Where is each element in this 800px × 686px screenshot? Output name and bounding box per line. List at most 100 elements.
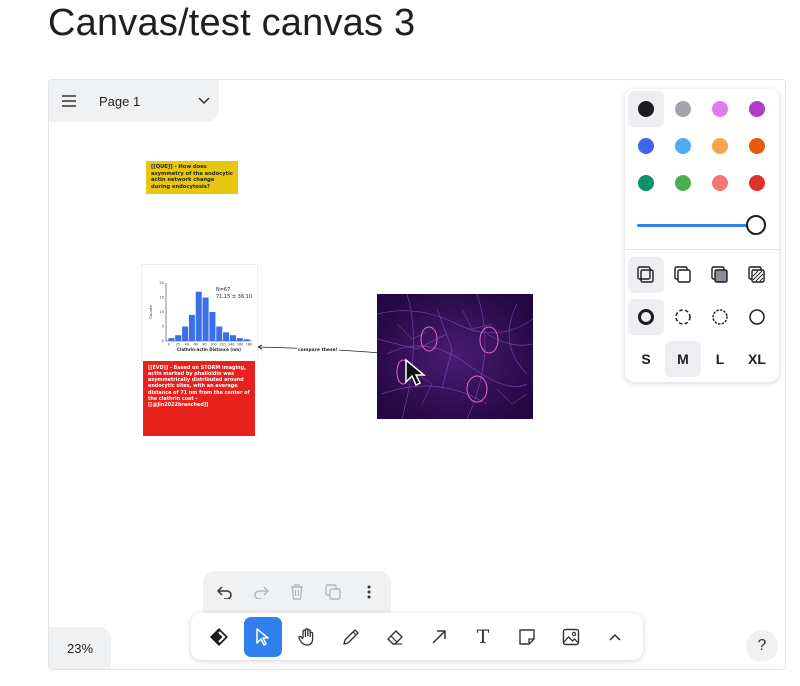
- hist-bar: [223, 332, 230, 341]
- color-swatch-9[interactable]: [665, 165, 701, 201]
- fill-semi-button[interactable]: [665, 257, 701, 293]
- color-dot: [712, 101, 728, 117]
- hist-x-tick: 60: [194, 343, 198, 347]
- microscopy-image[interactable]: [377, 294, 533, 419]
- color-swatch-8[interactable]: [628, 165, 664, 201]
- note-icon[interactable]: [508, 617, 547, 657]
- hist-annotation-mean: 71.15 ± 36.10: [216, 294, 252, 300]
- size-button-s[interactable]: S: [628, 341, 664, 377]
- size-button-l[interactable]: L: [702, 341, 738, 377]
- color-swatch-10[interactable]: [702, 165, 738, 201]
- page-title: Canvas/test canvas 3: [48, 2, 416, 44]
- page-name[interactable]: Page 1: [99, 94, 189, 109]
- text-tool-glyph: T: [476, 625, 490, 648]
- color-swatch-4[interactable]: [628, 128, 664, 164]
- fill-semi-icon: [674, 266, 691, 283]
- hist-bar: [216, 326, 223, 341]
- undo-icon[interactable]: [209, 576, 241, 608]
- size-button-xl[interactable]: XL: [739, 341, 775, 377]
- image-icon[interactable]: [552, 617, 591, 657]
- more-icon[interactable]: [353, 576, 385, 608]
- hist-x-tick: 40: [185, 343, 189, 347]
- hist-xlabel: Clathrin-actin Distance (nm): [177, 347, 241, 352]
- color-swatch-2[interactable]: [702, 91, 738, 127]
- color-dot: [638, 175, 654, 191]
- style-panel: S M L XL: [625, 89, 779, 382]
- hist-bar: [175, 335, 182, 341]
- hist-bar: [188, 314, 195, 341]
- evidence-note[interactable]: [[EVD]] - Based on STORM imaging, actin …: [143, 361, 255, 436]
- hist-x-tick: 160: [237, 343, 243, 347]
- hist-x-tick: 100: [210, 343, 216, 347]
- hist-bar: [243, 339, 250, 341]
- panel-divider: [625, 249, 779, 250]
- hist-bar: [209, 312, 216, 341]
- dash-dotted-button[interactable]: [702, 299, 738, 335]
- size-label: XL: [748, 351, 766, 367]
- fill-none-button[interactable]: [628, 257, 664, 293]
- color-dot: [749, 175, 765, 191]
- action-bar: [203, 571, 391, 613]
- page-menu[interactable]: Page 1: [49, 80, 219, 122]
- pencil-icon[interactable]: [332, 617, 371, 657]
- hist-bar: [236, 338, 243, 341]
- question-note[interactable]: [[QUE]] - How does asymmetry of the endo…: [146, 161, 238, 194]
- redo-icon[interactable]: [245, 576, 277, 608]
- draw-logo-icon[interactable]: [200, 617, 239, 657]
- color-dot: [638, 101, 654, 117]
- fill-solid-button[interactable]: [702, 257, 738, 293]
- histogram-chart: 0 5 10 15 20 0 25 40 60 80 100 120 140 160 180 Clathrin…: [148, 281, 252, 352]
- dash-draw-button[interactable]: [628, 299, 664, 335]
- zoom-level[interactable]: 23%: [49, 627, 111, 669]
- hand-icon[interactable]: [288, 617, 327, 657]
- color-swatch-1[interactable]: [665, 91, 701, 127]
- color-dot: [675, 101, 691, 117]
- dash-draw-icon: [638, 309, 654, 325]
- opacity-slider-track[interactable]: [637, 224, 751, 227]
- opacity-slider-knob[interactable]: [746, 215, 766, 235]
- arrow-label: compare these!: [297, 348, 339, 353]
- hist-bar: [182, 326, 189, 341]
- fill-pattern-icon: [748, 266, 765, 283]
- canvas[interactable]: Page 1 [[QUE]] - How does asymmetry of t…: [48, 79, 786, 670]
- color-swatch-6[interactable]: [702, 128, 738, 164]
- color-swatch-0[interactable]: [628, 91, 664, 127]
- hist-bar: [168, 338, 175, 341]
- delete-icon[interactable]: [281, 576, 313, 608]
- hist-x-tick: 120: [219, 343, 225, 347]
- color-swatch-3[interactable]: [739, 91, 775, 127]
- select-icon[interactable]: [243, 616, 283, 657]
- chevron-up-icon[interactable]: [596, 617, 635, 657]
- dash-dotted-icon: [712, 309, 728, 325]
- mouse-cursor-icon: [405, 358, 426, 387]
- color-dot: [749, 101, 765, 117]
- duplicate-icon[interactable]: [317, 576, 349, 608]
- color-swatch-5[interactable]: [665, 128, 701, 164]
- eraser-icon[interactable]: [376, 617, 415, 657]
- chevron-down-icon[interactable]: [189, 97, 219, 105]
- hist-y-tick: 20: [159, 281, 164, 285]
- help-button[interactable]: ?: [746, 630, 778, 662]
- text-icon[interactable]: T: [464, 617, 503, 657]
- color-swatch-7[interactable]: [739, 128, 775, 164]
- hist-x-tick: 0: [168, 343, 170, 347]
- fill-pattern-button[interactable]: [739, 257, 775, 293]
- hist-ylabel: Counts: [148, 305, 153, 318]
- color-dot: [749, 138, 765, 154]
- dash-dashed-button[interactable]: [665, 299, 701, 335]
- histogram-image[interactable]: 0 5 10 15 20 0 25 40 60 80 100 120 140 160 180 Clathrin…: [141, 264, 258, 362]
- size-label: M: [677, 351, 689, 367]
- color-dot: [712, 138, 728, 154]
- main-toolbar: T: [191, 613, 643, 660]
- dash-solid-button[interactable]: [739, 299, 775, 335]
- size-button-m[interactable]: M: [665, 341, 701, 377]
- hist-x-tick: 180: [246, 343, 252, 347]
- arrow-icon[interactable]: [420, 617, 459, 657]
- color-dot: [712, 175, 728, 191]
- hist-y-tick: 15: [159, 296, 164, 300]
- color-dot: [638, 138, 654, 154]
- menu-icon[interactable]: [49, 80, 89, 122]
- color-dot: [675, 175, 691, 191]
- color-swatch-11[interactable]: [739, 165, 775, 201]
- hist-annotation-n: N=67: [216, 287, 230, 293]
